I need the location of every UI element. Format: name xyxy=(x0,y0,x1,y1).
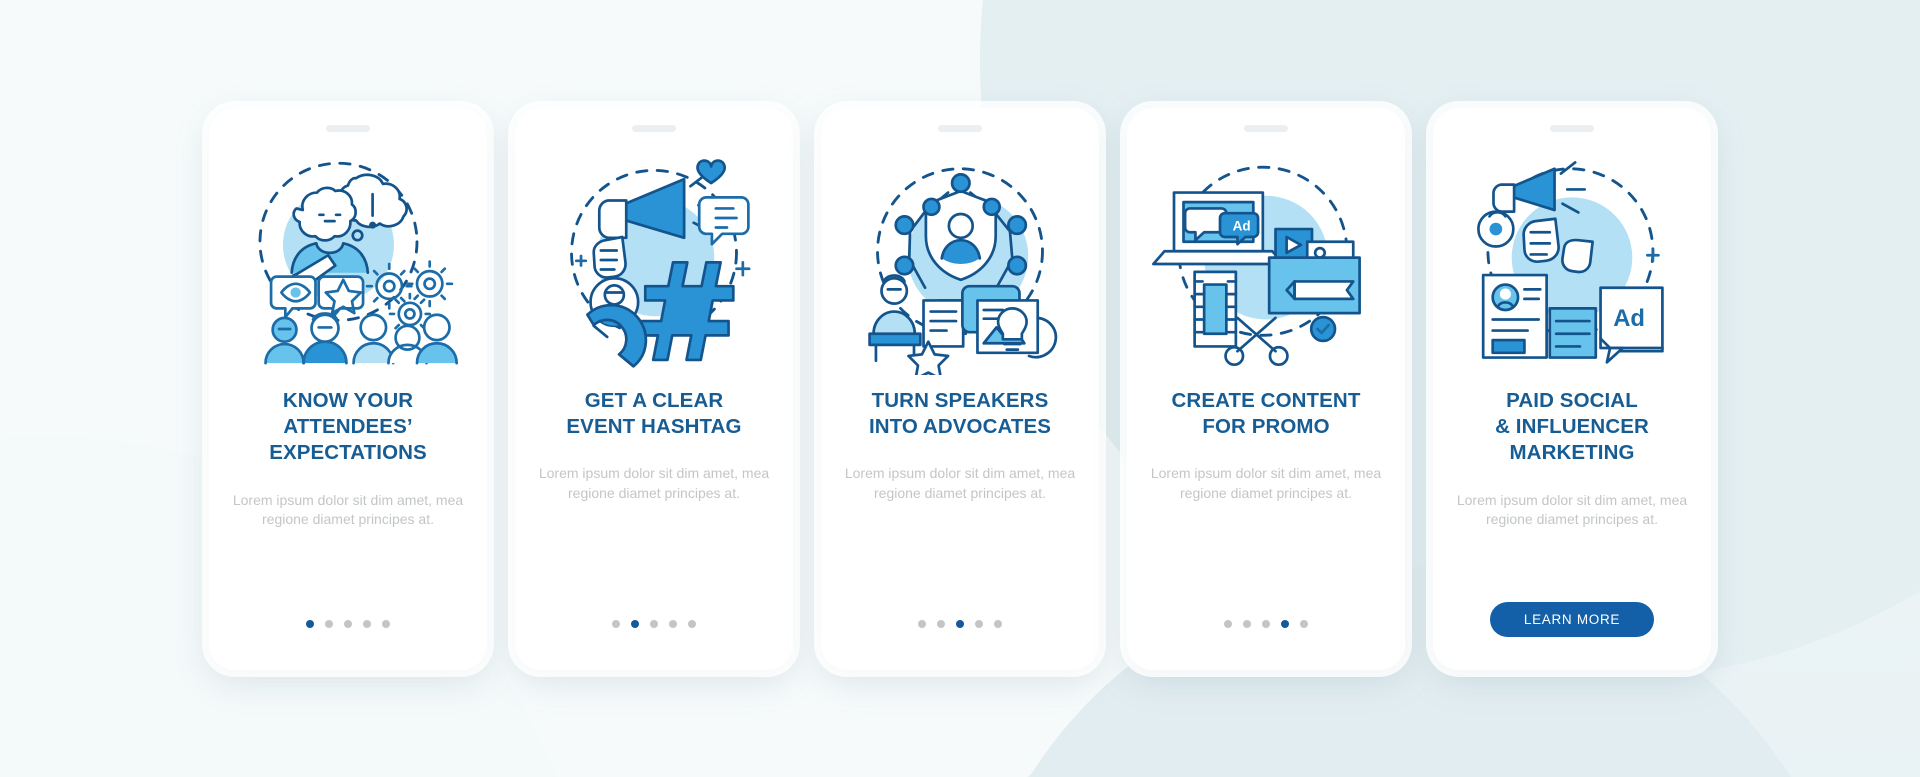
pagination-dot-3-active[interactable] xyxy=(956,619,964,628)
pagination-dots xyxy=(843,619,1077,628)
card-body-text: Lorem ipsum dolor sit dim amet, mea regi… xyxy=(538,465,770,501)
pagination-dot-2[interactable] xyxy=(1243,619,1251,628)
onboarding-card-create-content-for-promo: CREATE CONTENT FOR PROMO Lorem ipsum dolo… xyxy=(1127,107,1405,670)
illustration-hashtag-megaphone-icon xyxy=(515,132,793,388)
onboarding-card-paid-social-influencer-marketing: PAID SOCIAL & INFLUENCER MARKETING Lorem … xyxy=(1433,107,1711,670)
pagination-dots xyxy=(1149,619,1383,628)
card-title: TURN SPEAKERS INTO ADVOCATES xyxy=(868,388,1052,438)
illustration-paid-ads-influencer-icon xyxy=(1433,132,1711,388)
pagination-dot-5[interactable] xyxy=(994,619,1002,628)
card-copy: GET A CLEAR EVENT HASHTAG Lorem ipsum dol… xyxy=(515,388,793,670)
card-body-text: Lorem ipsum dolor sit dim amet, mea regi… xyxy=(1456,491,1688,528)
pagination-dot-5[interactable] xyxy=(382,619,390,628)
onboarding-card-row: KNOW YOUR ATTENDEES’ EXPECTATIONS Lorem i… xyxy=(0,0,1920,777)
pagination-dot-2[interactable] xyxy=(937,619,945,628)
phone-speaker-grill xyxy=(938,124,982,132)
cta-container: LEARN MORE xyxy=(1455,601,1689,637)
onboarding-card-know-your-attendees-expectations: KNOW YOUR ATTENDEES’ EXPECTATIONS Lorem i… xyxy=(209,107,487,670)
card-copy: TURN SPEAKERS INTO ADVOCATES Lorem ipsum … xyxy=(821,388,1099,670)
pagination-dot-2[interactable] xyxy=(325,619,333,628)
illustration-audience-expectations-icon xyxy=(209,132,487,388)
card-copy: PAID SOCIAL & INFLUENCER MARKETING Lorem … xyxy=(1433,388,1711,670)
phone-speaker-grill xyxy=(1244,124,1288,132)
card-body-text: Lorem ipsum dolor sit dim amet, mea regi… xyxy=(232,491,464,528)
phone-speaker-grill xyxy=(1550,124,1594,132)
onboarding-card-get-a-clear-event-hashtag: GET A CLEAR EVENT HASHTAG Lorem ipsum dol… xyxy=(515,107,793,670)
pagination-dot-1[interactable] xyxy=(1224,619,1232,628)
card-copy: CREATE CONTENT FOR PROMO Lorem ipsum dolo… xyxy=(1127,388,1405,670)
pagination-dot-4[interactable] xyxy=(975,619,983,628)
card-title: KNOW YOUR ATTENDEES’ EXPECTATIONS xyxy=(269,388,427,465)
phone-speaker-grill xyxy=(326,124,370,132)
illustration-content-media-icon xyxy=(1127,132,1405,388)
pagination-dot-2-active[interactable] xyxy=(631,619,639,628)
pagination-dot-3[interactable] xyxy=(1262,619,1270,628)
phone-speaker-grill xyxy=(632,124,676,132)
card-body-text: Lorem ipsum dolor sit dim amet, mea regi… xyxy=(1150,465,1382,501)
illustration-speaker-network-icon xyxy=(821,132,1099,388)
pagination-dot-4[interactable] xyxy=(669,619,677,628)
onboarding-card-turn-speakers-into-advocates: TURN SPEAKERS INTO ADVOCATES Lorem ipsum … xyxy=(821,107,1099,670)
card-title: GET A CLEAR EVENT HASHTAG xyxy=(566,388,742,438)
pagination-dot-1-active[interactable] xyxy=(306,619,314,628)
pagination-dot-3[interactable] xyxy=(344,619,352,628)
card-body-text: Lorem ipsum dolor sit dim amet, mea regi… xyxy=(844,465,1076,501)
pagination-dot-5[interactable] xyxy=(688,619,696,628)
learn-more-button[interactable]: LEARN MORE xyxy=(1489,601,1655,637)
pagination-dots xyxy=(537,619,771,628)
card-title: PAID SOCIAL & INFLUENCER MARKETING xyxy=(1495,388,1649,465)
card-copy: KNOW YOUR ATTENDEES’ EXPECTATIONS Lorem i… xyxy=(209,388,487,670)
pagination-dot-3[interactable] xyxy=(650,619,658,628)
pagination-dots xyxy=(231,619,465,628)
card-title: CREATE CONTENT FOR PROMO xyxy=(1171,388,1361,438)
pagination-dot-1[interactable] xyxy=(612,619,620,628)
pagination-dot-4[interactable] xyxy=(363,619,371,628)
pagination-dot-1[interactable] xyxy=(918,619,926,628)
pagination-dot-4-active[interactable] xyxy=(1281,619,1289,628)
pagination-dot-5[interactable] xyxy=(1300,619,1308,628)
